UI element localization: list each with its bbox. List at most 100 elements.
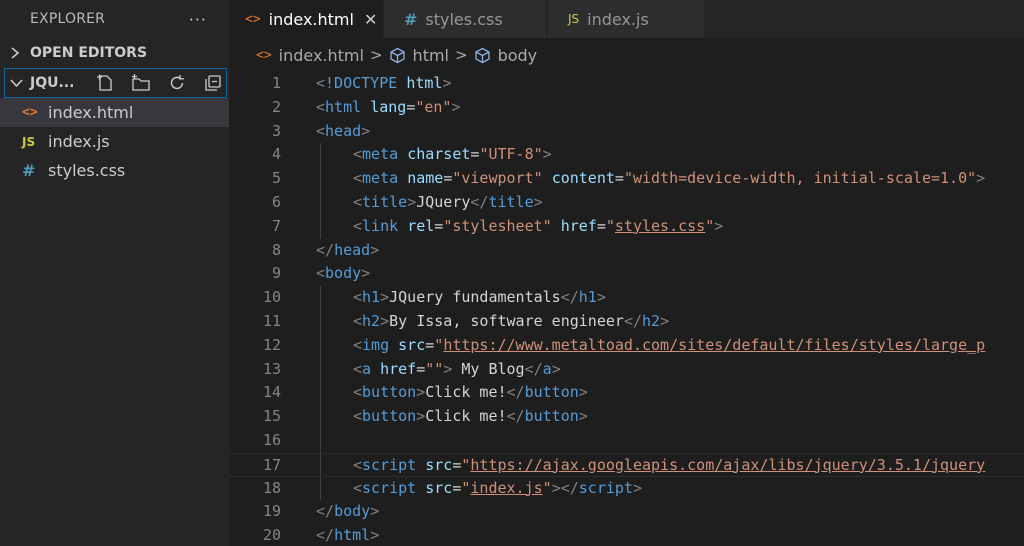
- code-token: </: [316, 526, 335, 545]
- tab-label: index.html: [268, 9, 354, 29]
- code-token: </: [470, 192, 489, 211]
- editor-tabs: <> index.html ✕ # styles.css JS index.js: [229, 0, 1024, 38]
- code-line[interactable]: 2 <html lang="en">: [229, 96, 1024, 120]
- code-line[interactable]: 5 <meta name="viewport" content="width=de…: [229, 167, 1024, 191]
- code-line[interactable]: 19 </body>: [229, 500, 1024, 524]
- code-text: </html>: [316, 524, 379, 546]
- new-folder-icon[interactable]: [128, 72, 154, 94]
- code-text: <h2>By Issa, software engineer</h2>: [353, 310, 669, 334]
- code-token: =: [425, 335, 435, 354]
- chevron-down-icon: [10, 78, 30, 88]
- file-item-styles-css[interactable]: # styles.css: [0, 156, 229, 185]
- code-text: <meta name="viewport" content="width=dev…: [353, 167, 985, 191]
- code-text: <script src="https://ajax.googleapis.com…: [353, 454, 985, 478]
- code-token: =: [443, 169, 453, 188]
- code-line[interactable]: 16: [229, 428, 1024, 453]
- code-token: h1: [578, 288, 597, 307]
- tab-index-js[interactable]: JS index.js: [548, 0, 705, 38]
- code-line[interactable]: 4 <meta charset="UTF-8">: [229, 143, 1024, 168]
- code-line[interactable]: 12 <img src="https://www.metaltoad.com/si…: [229, 333, 1024, 358]
- breadcrumb-item-html[interactable]: html: [413, 46, 449, 65]
- code-line[interactable]: 8 </head>: [229, 239, 1024, 263]
- indent-guide: [320, 428, 321, 453]
- code-line[interactable]: 17 <script src="https://ajax.googleapis.c…: [229, 452, 1024, 478]
- code-token: <: [316, 121, 326, 140]
- code-text: <h1>JQuery fundamentals</h1>: [353, 286, 606, 310]
- indent-guide: [320, 333, 321, 358]
- code-token: >: [542, 145, 552, 164]
- code-editor[interactable]: 1 <!DOCTYPE html> 2 <html lang="en"> 3 <head>…: [229, 72, 1024, 546]
- code-token: >: [370, 502, 380, 521]
- code-token: </: [316, 240, 335, 259]
- code-token: meta: [362, 145, 399, 164]
- new-file-icon[interactable]: [92, 72, 118, 94]
- code-line[interactable]: 15 <button>Click me!</button>: [229, 405, 1024, 429]
- code-text: <a href=""> My Blog</a>: [353, 358, 561, 382]
- code-text: <meta charset="UTF-8">: [353, 143, 552, 167]
- code-token: </: [316, 502, 335, 521]
- file-label: index.js: [48, 132, 110, 151]
- breadcrumb-item-body[interactable]: body: [498, 46, 538, 65]
- code-token: "width=device-width, initial-scale=1.0": [623, 169, 977, 188]
- line-number: 17: [262, 455, 281, 474]
- code-line[interactable]: 11 <h2>By Issa, software engineer</h2>: [229, 309, 1024, 334]
- code-token: >: [361, 121, 371, 140]
- collapse-all-icon[interactable]: [200, 72, 226, 94]
- close-icon[interactable]: ✕: [364, 10, 377, 29]
- indent-guide: [320, 309, 321, 334]
- tab-styles-css[interactable]: # styles.css: [384, 0, 547, 38]
- code-text: <title>JQuery</title>: [353, 191, 543, 215]
- code-line[interactable]: 7 <link rel="stylesheet" href="styles.css…: [229, 214, 1024, 239]
- html-file-icon: <>: [245, 11, 261, 27]
- file-label: styles.css: [48, 161, 126, 180]
- line-number: 4: [271, 145, 281, 164]
- code-token: </: [560, 288, 579, 307]
- code-text: <head>: [316, 120, 370, 144]
- code-token: body: [334, 502, 371, 521]
- code-text: <html lang="en">: [316, 96, 461, 120]
- code-token: <: [353, 383, 363, 402]
- file-label: index.html: [48, 103, 134, 122]
- element-cube-icon: [474, 47, 491, 64]
- code-token: charset: [407, 145, 471, 164]
- code-text: </head>: [316, 239, 379, 263]
- file-item-index-js[interactable]: JS index.js: [0, 127, 229, 156]
- tab-index-html[interactable]: <> index.html ✕: [229, 0, 383, 38]
- code-token: button: [362, 383, 417, 402]
- indent-guide: [320, 405, 321, 429]
- workspace-folder[interactable]: JQU...: [4, 68, 227, 98]
- code-token: >: [416, 383, 426, 402]
- code-token: <: [353, 359, 363, 378]
- code-token: >: [407, 192, 417, 211]
- code-line[interactable]: 3 <head>: [229, 120, 1024, 144]
- code-line[interactable]: 13 <a href=""> My Blog</a>: [229, 357, 1024, 382]
- line-number: 6: [271, 192, 281, 211]
- code-line[interactable]: 1 <!DOCTYPE html>: [229, 72, 1024, 96]
- code-line[interactable]: 9 <body>: [229, 262, 1024, 286]
- breadcrumb-file[interactable]: index.html: [279, 46, 364, 65]
- code-token: >: [451, 97, 461, 116]
- code-token: JQuery: [416, 192, 471, 211]
- code-token: index.js: [470, 478, 543, 497]
- code-token: >: [660, 311, 670, 330]
- open-editors-section[interactable]: OPEN EDITORS: [0, 38, 229, 68]
- code-token: <: [316, 264, 326, 283]
- file-item-index-html[interactable]: <> index.html: [0, 98, 229, 127]
- code-line[interactable]: 10 <h1>JQuery fundamentals</h1>: [229, 286, 1024, 310]
- code-line[interactable]: 14 <button>Click me!</button>: [229, 381, 1024, 406]
- code-line[interactable]: 20 </html>: [229, 524, 1024, 546]
- code-line[interactable]: 18 <script src="index.js"></script>: [229, 476, 1024, 501]
- line-number: 10: [262, 288, 281, 307]
- code-token: =: [614, 169, 624, 188]
- code-token: "stylesheet": [443, 216, 552, 235]
- more-actions-icon[interactable]: ···: [189, 10, 207, 29]
- line-number: 14: [262, 383, 281, 402]
- js-file-icon: JS: [568, 12, 580, 26]
- code-line[interactable]: 6 <title>JQuery</title>: [229, 190, 1024, 215]
- refresh-icon[interactable]: [164, 72, 190, 94]
- chevron-right-icon: [10, 47, 30, 59]
